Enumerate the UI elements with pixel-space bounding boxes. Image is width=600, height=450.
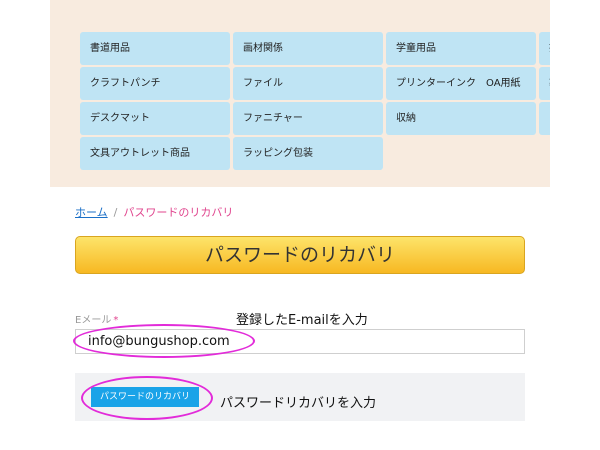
annotation-button-hint: パスワードリカバリを入力 (220, 396, 377, 411)
category-item[interactable]: ファイル (233, 67, 383, 100)
breadcrumb-separator: / (113, 206, 118, 219)
category-item[interactable]: 製 (539, 67, 550, 100)
category-item[interactable]: 文具アウトレット商品 (80, 137, 230, 170)
email-label: Eメール * (75, 311, 118, 326)
category-item[interactable]: 収納 (386, 102, 536, 135)
category-item[interactable]: デスクマット (80, 102, 230, 135)
page-title: パスワードのリカバリ (75, 236, 525, 274)
breadcrumb: ホーム / パスワードのリカバリ (75, 204, 233, 220)
category-item[interactable]: 画材関係 (233, 32, 383, 65)
category-item[interactable]: クラフトパンチ (80, 67, 230, 100)
email-label-text: Eメール (75, 315, 112, 326)
category-menu: 書道用品 画材関係 学童用品 指 クラフトパンチ ファイル プリンターインク O… (50, 0, 550, 187)
required-mark: * (113, 315, 119, 326)
category-item[interactable]: ラッピング包装 (233, 137, 383, 170)
category-item[interactable]: 書道用品 (80, 32, 230, 65)
category-item[interactable]: 学童用品 (386, 32, 536, 65)
annotation-email-hint: 登録したE-mailを入力 (236, 313, 368, 328)
category-item[interactable]: 指 (539, 32, 550, 65)
email-input[interactable] (75, 329, 525, 354)
category-item[interactable]: ファニチャー (233, 102, 383, 135)
category-item[interactable]: ノ (539, 102, 550, 135)
password-recovery-button[interactable]: パスワードのリカバリ (91, 387, 199, 407)
breadcrumb-home-link[interactable]: ホーム (75, 206, 108, 219)
category-item[interactable]: プリンターインク OA用紙 (386, 67, 536, 100)
breadcrumb-current: パスワードのリカバリ (123, 206, 234, 219)
